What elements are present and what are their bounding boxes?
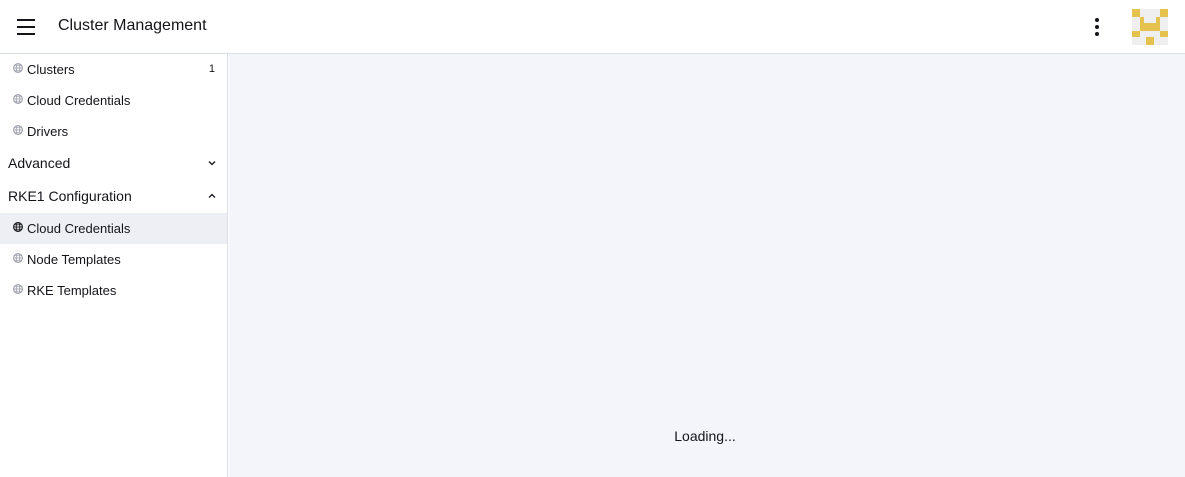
sidebar-group-rke1-configuration[interactable]: RKE1 Configuration <box>0 181 227 212</box>
hamburger-menu-icon-bar <box>17 33 35 35</box>
avatar-identicon-block <box>1140 23 1160 31</box>
sidebar-item-rke1-cloud-credentials[interactable]: Cloud Credentials <box>0 213 227 244</box>
avatar-identicon-block <box>1132 9 1140 17</box>
kebab-menu-icon-dot <box>1095 32 1099 36</box>
avatar-identicon-block <box>1132 31 1140 37</box>
sidebar-item-label: Clusters <box>27 62 75 77</box>
user-avatar[interactable] <box>1132 9 1168 45</box>
sidebar-item-label: Drivers <box>27 124 69 139</box>
sidebar-nav: Clusters 1 Cloud Credentials Drivers Adv… <box>0 54 228 477</box>
sidebar-item-node-templates[interactable]: Node Templates <box>0 244 227 275</box>
sidebar-item-label: Cloud Credentials <box>27 93 131 108</box>
kebab-menu-button[interactable] <box>1087 15 1107 39</box>
globe-icon <box>13 125 23 135</box>
chevron-down-icon <box>208 161 216 166</box>
chevron-up-icon <box>208 193 216 198</box>
globe-icon <box>13 253 23 263</box>
kebab-menu-icon <box>1095 18 1099 22</box>
avatar-identicon-block <box>1146 37 1154 45</box>
sidebar-item-clusters[interactable]: Clusters 1 <box>0 54 227 85</box>
globe-icon <box>13 222 23 232</box>
globe-icon <box>13 284 23 294</box>
sidebar-item-label: RKE Templates <box>27 283 117 298</box>
sidebar-item-label: Node Templates <box>27 252 121 267</box>
sidebar-item-rke-templates[interactable]: RKE Templates <box>0 275 227 306</box>
page-title: Cluster Management <box>58 17 207 34</box>
sidebar-group-label: RKE1 Configuration <box>8 188 132 204</box>
loading-indicator: Loading... <box>674 428 736 444</box>
sidebar-group-advanced[interactable]: Advanced <box>0 148 227 179</box>
hamburger-menu-icon-bar <box>17 26 35 28</box>
hamburger-menu-button[interactable] <box>12 13 40 41</box>
globe-icon <box>13 63 23 73</box>
app-header: Cluster Management <box>0 0 1185 54</box>
hamburger-menu-icon <box>17 19 35 21</box>
sidebar-group-label: Advanced <box>8 155 71 171</box>
sidebar-item-drivers[interactable]: Drivers <box>0 116 227 147</box>
cluster-count-badge: 1 <box>208 63 215 75</box>
avatar-identicon-block <box>1160 9 1168 17</box>
avatar-identicon-block <box>1160 31 1168 37</box>
globe-icon <box>13 94 23 104</box>
sidebar-item-cloud-credentials[interactable]: Cloud Credentials <box>0 85 227 116</box>
kebab-menu-icon-dot <box>1095 25 1099 29</box>
sidebar-item-label: Cloud Credentials <box>27 221 131 236</box>
main-content: Loading... <box>229 54 1185 477</box>
